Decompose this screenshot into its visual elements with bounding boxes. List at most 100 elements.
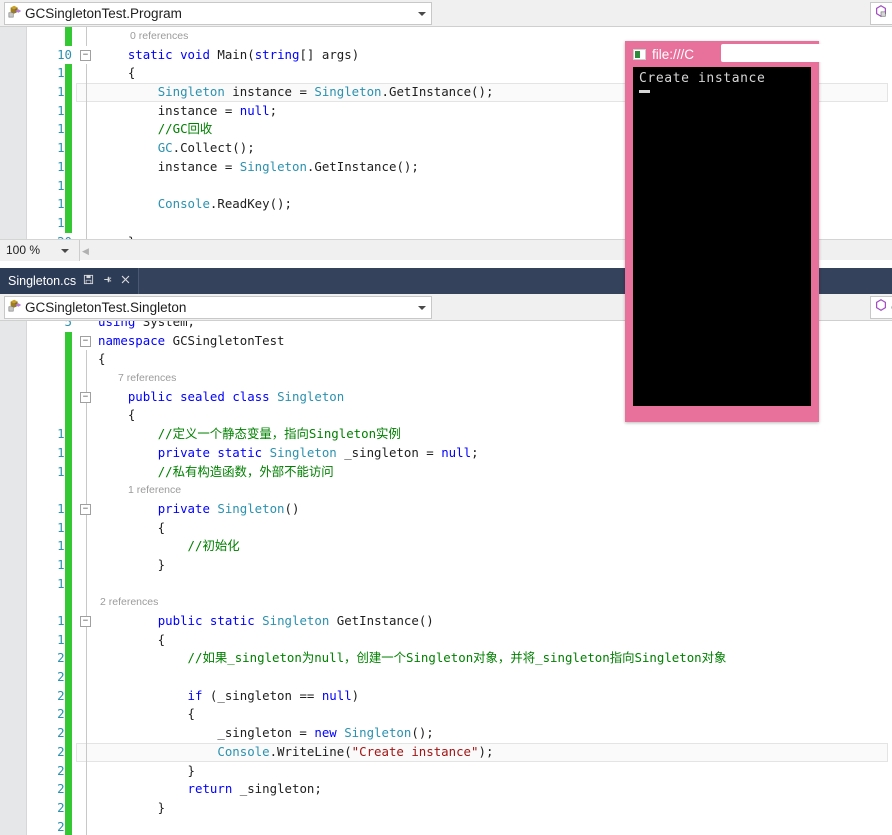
line-number: 17: [0, 177, 72, 196]
code-line[interactable]: 17: [0, 574, 892, 594]
code-line[interactable]: 19 {: [0, 630, 892, 650]
line-number: 16: [0, 556, 72, 575]
line-number: 24: [0, 724, 72, 743]
line-number: 27: [0, 780, 72, 799]
indent-guide: [86, 64, 87, 84]
indent-guide: [86, 724, 87, 743]
code-line[interactable]: 14 {: [0, 518, 892, 538]
code-line[interactable]: 27 return _singleton;: [0, 780, 892, 799]
code-line[interactable]: 24 _singleton = new Singleton();: [0, 724, 892, 743]
pin-icon[interactable]: [101, 274, 113, 288]
code-line[interactable]: 21: [0, 668, 892, 687]
code-line[interactable]: 11 private static Singleton _singleton =…: [0, 443, 892, 463]
codelens-label: 2 references: [100, 596, 159, 609]
code-line[interactable]: 25 Console.WriteLine("Create instance");: [0, 742, 892, 762]
chevron-down-icon[interactable]: [61, 248, 69, 253]
change-indicator: [65, 668, 72, 687]
class-icon: [5, 4, 25, 23]
fold-toggle-icon[interactable]: −: [80, 391, 91, 403]
code-line[interactable]: 15 //初始化: [0, 537, 892, 556]
close-icon[interactable]: [120, 274, 131, 288]
code-line[interactable]: 16 }: [0, 555, 892, 575]
code-line[interactable]: 22 if (_singleton == null): [0, 686, 892, 706]
scroll-left-arrow-icon[interactable]: ◀: [82, 246, 89, 257]
console-title-bar[interactable]: file:///C: [625, 41, 869, 67]
indent-guide: [86, 705, 87, 725]
console-title-text: file:///C: [652, 46, 695, 62]
visual-studio-window: GCSingletonTest.Program Main(string[] ar…: [0, 0, 892, 835]
fold-toggle-icon[interactable]: −: [80, 335, 91, 347]
save-icon[interactable]: [83, 274, 94, 288]
line-number: 16: [0, 158, 72, 177]
line-number: 8: [0, 388, 72, 407]
code-text: instance = Singleton.GetInstance();: [157, 158, 419, 174]
type-dropdown-value: GCSingletonTest.Program: [25, 6, 182, 21]
code-text: {: [98, 706, 195, 722]
console-cursor: [639, 90, 650, 93]
change-indicator: [65, 649, 72, 669]
indent-guide: [86, 350, 87, 370]
line-number: 22: [0, 687, 72, 706]
console-output-line: Create instance: [639, 71, 766, 86]
line-number: 10: [0, 425, 72, 444]
line-number: 20: [0, 649, 72, 668]
code-line[interactable]: 12 //私有构造函数，外部不能访问: [0, 462, 892, 482]
change-indicator: [65, 443, 72, 463]
line-number: 19: [0, 214, 72, 233]
change-indicator: [65, 780, 72, 799]
codelens-reference-count[interactable]: 2 references: [0, 593, 892, 612]
change-indicator: [65, 321, 72, 332]
code-text: return _singleton;: [187, 781, 322, 797]
type-dropdown-program[interactable]: GCSingletonTest.Program: [4, 2, 432, 25]
code-text: private static Singleton _singleton = nu…: [157, 444, 479, 460]
code-text: {: [98, 351, 106, 367]
line-number: 10: [57, 46, 72, 62]
change-indicator: [65, 462, 72, 482]
code-line[interactable]: 18− public static Singleton GetInstance(…: [0, 612, 892, 631]
redaction-overlay: [721, 44, 869, 62]
chevron-down-icon[interactable]: [418, 306, 426, 310]
code-line[interactable]: 26 }: [0, 761, 892, 781]
code-text: //如果_singleton为null，创建一个Singleton对象，并将_s…: [187, 650, 727, 666]
indent-guide: [86, 518, 87, 538]
chevron-down-icon[interactable]: [418, 12, 426, 16]
console-output-area[interactable]: Create instance: [633, 67, 811, 406]
code-line[interactable]: 29: [0, 817, 892, 835]
change-indicator: [65, 101, 72, 121]
line-number: 9: [0, 406, 72, 425]
fold-toggle-icon[interactable]: −: [80, 616, 91, 627]
change-indicator: [65, 157, 72, 177]
member-dropdown-singleton[interactable]: GetInstance(): [870, 296, 892, 319]
line-number: 11: [0, 64, 72, 83]
change-indicator: [65, 350, 72, 370]
change-indicator: [65, 83, 72, 102]
fold-toggle-icon[interactable]: −: [80, 49, 91, 61]
code-line[interactable]: 23 {: [0, 705, 892, 725]
indent-guide: [86, 817, 87, 835]
line-number: 18: [0, 612, 72, 631]
code-text: if (_singleton == null): [187, 687, 360, 703]
indent-guide: [86, 668, 87, 687]
zoom-level-selector-program[interactable]: 100 %: [0, 239, 80, 261]
indent-guide: [86, 537, 87, 556]
change-indicator: [65, 120, 72, 140]
code-line[interactable]: 13− private Singleton(): [0, 499, 892, 519]
code-line[interactable]: 20 //如果_singleton为null，创建一个Singleton对象，并…: [0, 649, 892, 669]
change-indicator: [65, 705, 72, 725]
line-number: 28: [0, 799, 72, 818]
change-indicator: [65, 555, 72, 575]
code-line[interactable]: 28 }: [0, 798, 892, 818]
type-dropdown-singleton[interactable]: GCSingletonTest.Singleton: [4, 296, 432, 319]
member-dropdown-program[interactable]: Main(string[] args): [870, 2, 892, 25]
code-text: Console.ReadKey();: [157, 196, 292, 212]
indent-guide: [86, 83, 87, 102]
type-dropdown-value: GCSingletonTest.Singleton: [25, 300, 187, 315]
code-text: {: [98, 519, 166, 535]
codelens-reference-count[interactable]: 1 reference: [0, 481, 892, 500]
code-text: Console.WriteLine("Create instance");: [217, 743, 494, 759]
code-line[interactable]: 10 //定义一个静态变量，指向Singleton实例: [0, 425, 892, 444]
indent-guide: [86, 425, 87, 444]
tab-singleton-cs[interactable]: Singleton.cs: [0, 268, 140, 294]
fold-toggle-icon[interactable]: −: [80, 503, 91, 515]
console-window[interactable]: file:///C Create instance: [625, 41, 869, 422]
